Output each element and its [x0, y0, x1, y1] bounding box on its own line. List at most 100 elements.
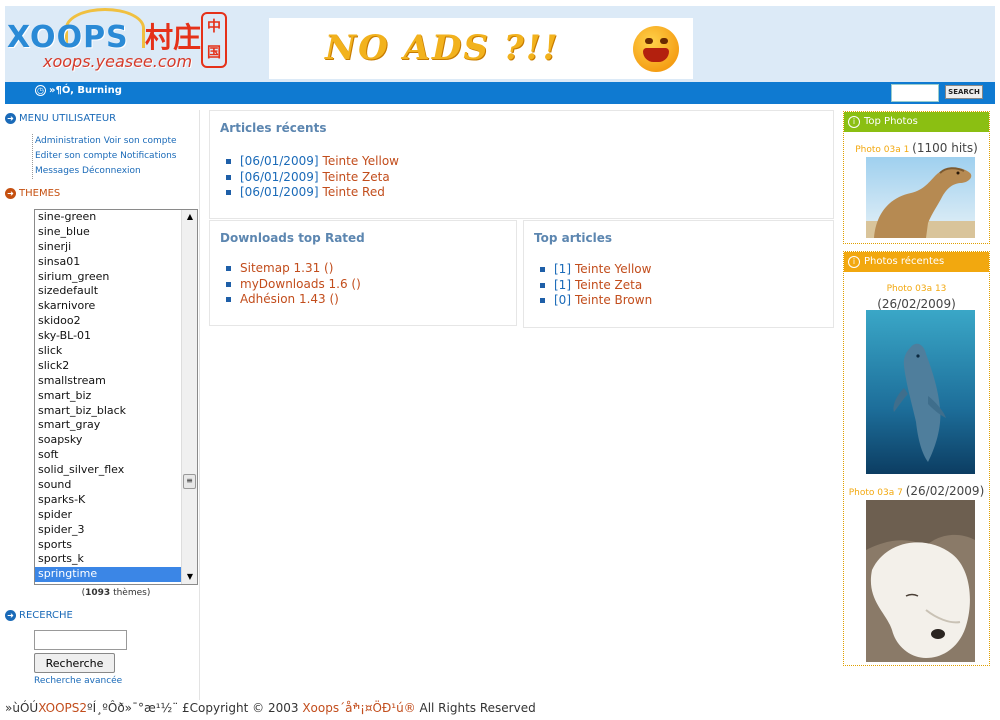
list-item[interactable]: [0] Teinte Brown — [540, 293, 652, 309]
theme-option[interactable]: soft — [35, 448, 181, 463]
footer-copyright: ºÍ¸ºÔð»¯°æ¹½¨ £Copyright © 2003 — [87, 701, 303, 715]
list-item[interactable]: [1] Teinte Yellow — [540, 262, 652, 278]
recent-photos-block: i Photos récentes Photo 03a 13 (26/02/20… — [843, 251, 990, 666]
download-link[interactable]: Sitemap 1.31 () — [240, 261, 333, 277]
theme-select-list[interactable]: sine-green sine_blue sinerji sinsa01 sirium_… — [34, 209, 198, 585]
theme-option[interactable]: slick2 — [35, 359, 181, 374]
recent-photo-date: (26/02/2009) — [877, 297, 956, 311]
article-date[interactable]: [06/01/2009] — [240, 154, 319, 170]
ad-banner[interactable]: NO ADS ?!! — [269, 18, 693, 79]
top-photo-name[interactable]: Photo 03a 1 — [855, 145, 909, 155]
theme-option[interactable]: skarnivore — [35, 299, 181, 314]
download-link[interactable]: myDownloads 1.6 () — [240, 277, 361, 293]
article-link[interactable]: Teinte Yellow — [575, 262, 651, 278]
article-link[interactable]: Teinte Zeta — [323, 170, 390, 186]
footer-rights: All Rights Reserved — [415, 701, 536, 715]
info-icon: i — [848, 116, 860, 128]
square-bullet-icon — [226, 174, 231, 180]
theme-option[interactable]: skidoo2 — [35, 314, 181, 329]
nav-user-label[interactable]: »¶Ó, Burning — [49, 85, 122, 96]
square-bullet-icon — [226, 281, 231, 287]
view-account-link[interactable]: Voir son compte — [104, 136, 177, 146]
usermenu-links: Administration Voir son compte Editer so… — [32, 134, 192, 179]
search-block-input[interactable] — [34, 630, 127, 650]
scroll-thumb[interactable]: ≡ — [183, 474, 196, 489]
search-block-button[interactable]: Recherche — [34, 653, 115, 673]
recent-photo-name[interactable]: Photo 03a 13 — [887, 284, 947, 294]
camel-photo[interactable] — [866, 157, 975, 238]
footer-brand-link[interactable]: XOOPS2 — [38, 701, 87, 715]
theme-option[interactable]: sizedefault — [35, 284, 181, 299]
list-item[interactable]: myDownloads 1.6 () — [226, 277, 361, 293]
list-item[interactable]: [06/01/2009] Teinte Zeta — [226, 170, 399, 186]
logout-link[interactable]: Déconnexion — [82, 166, 141, 176]
recent-photo-caption-2: Photo 03a 7 (26/02/2009) — [844, 484, 989, 498]
left-sidebar: ➜ MENU UTILISATEUR Administration Voir s… — [5, 110, 200, 700]
recent-photo-date: (26/02/2009) — [905, 484, 985, 498]
theme-option[interactable]: sirium_green — [35, 270, 181, 285]
article-date[interactable]: [06/01/2009] — [240, 170, 319, 186]
footer-owner-link[interactable]: Xoops´åׯ¡¤ÖÐ¹ú® — [302, 701, 415, 715]
list-item[interactable]: Adhésion 1.43 () — [226, 292, 361, 308]
arrow-right-icon: ➜ — [5, 113, 16, 124]
advanced-search-link[interactable]: Recherche avancée — [34, 676, 122, 686]
recent-photo-name[interactable]: Photo 03a 7 — [849, 488, 903, 498]
theme-option[interactable]: smart_biz — [35, 389, 181, 404]
list-item[interactable]: Sitemap 1.31 () — [226, 261, 361, 277]
theme-option[interactable]: sports — [35, 538, 181, 553]
theme-option[interactable]: sine_blue — [35, 225, 181, 240]
list-item[interactable]: [06/01/2009] Teinte Red — [226, 185, 399, 201]
list-item[interactable]: [1] Teinte Zeta — [540, 278, 652, 294]
usermenu-title-text: MENU UTILISATEUR — [19, 113, 117, 124]
theme-option[interactable]: sinsa01 — [35, 255, 181, 270]
theme-option[interactable]: sinerji — [35, 240, 181, 255]
top-search-button[interactable]: SEARCH — [945, 85, 983, 99]
scroll-down-icon[interactable]: ▼ — [182, 570, 197, 584]
theme-option[interactable]: smart_biz_black — [35, 404, 181, 419]
theme-option[interactable]: spider_3 — [35, 523, 181, 538]
theme-option[interactable]: sine-green — [35, 210, 181, 225]
top-search-input[interactable] — [891, 84, 939, 102]
theme-option[interactable]: slick — [35, 344, 181, 359]
site-logo[interactable]: XOOPS 村庄 中国 xoops.yeasee.com — [5, 6, 235, 82]
messages-link[interactable]: Messages — [35, 166, 79, 176]
notifications-link[interactable]: Notifications — [120, 151, 176, 161]
admin-link[interactable]: Administration — [35, 136, 101, 146]
article-link[interactable]: Teinte Zeta — [575, 278, 642, 294]
theme-option[interactable]: solid_silver_flex — [35, 463, 181, 478]
site-header: XOOPS 村庄 中国 xoops.yeasee.com NO ADS ?!! — [5, 6, 995, 82]
top-articles-panel: Top articles [1] Teinte Yellow [1] Teinte … — [523, 220, 834, 328]
themes-title: ➜ THEMES — [5, 188, 60, 199]
article-link[interactable]: Teinte Red — [323, 185, 385, 201]
theme-option[interactable]: sound — [35, 478, 181, 493]
banner-text: NO ADS ?!! — [325, 28, 560, 68]
sidebar-divider — [199, 110, 200, 700]
theme-option[interactable]: sports_k — [35, 552, 181, 567]
article-link[interactable]: Teinte Brown — [575, 293, 652, 309]
recent-photos-title: Photos récentes — [864, 256, 945, 267]
polar-bear-photo[interactable] — [866, 500, 975, 662]
article-link[interactable]: Teinte Yellow — [323, 154, 399, 170]
square-bullet-icon — [226, 266, 231, 272]
theme-option[interactable]: soapsky — [35, 433, 181, 448]
theme-option[interactable]: smart_gray — [35, 418, 181, 433]
theme-option[interactable]: sparks-K — [35, 493, 181, 508]
theme-option[interactable]: smallstream — [35, 374, 181, 389]
square-bullet-icon — [540, 267, 545, 273]
list-item[interactable]: [06/01/2009] Teinte Yellow — [226, 154, 399, 170]
theme-option[interactable]: spider — [35, 508, 181, 523]
edit-account-link[interactable]: Editer son compte — [35, 151, 117, 161]
theme-list-scrollbar[interactable]: ▲ ≡ ▼ — [181, 210, 197, 584]
dolphin-photo[interactable] — [866, 310, 975, 474]
theme-option[interactable]: springtime — [35, 567, 181, 583]
logo-main-text: XOOPS — [7, 20, 129, 55]
search-block-title-text: RECERCHE — [19, 610, 73, 621]
search-block-title: ➜ RECERCHE — [5, 610, 73, 621]
scroll-up-icon[interactable]: ▲ — [182, 210, 197, 224]
recent-articles-title: Articles récents — [220, 121, 327, 135]
downloads-top-title: Downloads top Rated — [220, 231, 365, 245]
article-date[interactable]: [06/01/2009] — [240, 185, 319, 201]
theme-option[interactable]: sky-BL-01 — [35, 329, 181, 344]
recent-articles-panel: Articles récents [06/01/2009] Teinte Yell… — [209, 110, 834, 219]
download-link[interactable]: Adhésion 1.43 () — [240, 292, 339, 308]
